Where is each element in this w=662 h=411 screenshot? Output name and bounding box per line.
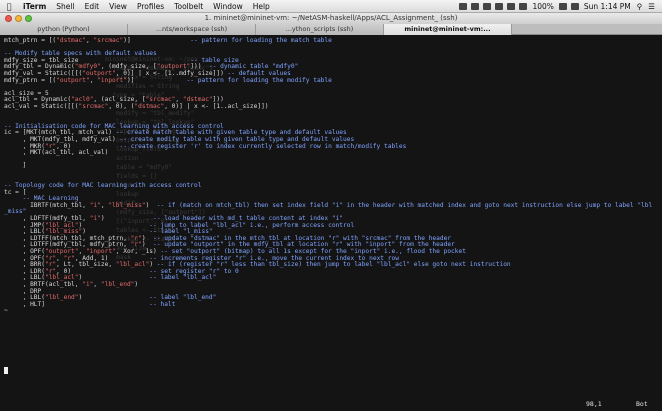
flag-icon[interactable] <box>570 2 579 10</box>
code-line: tc = [ <box>4 189 658 197</box>
vim-status-line: 98,1 Bot <box>0 398 662 411</box>
code-text: ] <box>4 162 27 170</box>
code-comment: -- pattern for loading the match table <box>190 37 332 44</box>
menu-view[interactable]: View <box>104 2 132 11</box>
menu-bar:  iTerm Shell Edit View Profiles Toolbel… <box>0 0 662 13</box>
zoom-window-button[interactable] <box>25 15 32 22</box>
bluetooth-icon[interactable] <box>495 2 504 10</box>
code-line: mdfy_ptrn = [("outport", "inport")] -- p… <box>4 76 658 85</box>
dropbox-icon[interactable] <box>471 2 480 10</box>
editor-buffer[interactable]: mtch_ptrn = [("dstmac", "srcmac")] -- pa… <box>4 37 658 315</box>
code-text: IBRTF(mtch_tbl, "i", "lbl_miss") <box>4 201 157 209</box>
menu-profiles[interactable]: Profiles <box>132 2 169 11</box>
tab-bar: python (Python) ...nts/workspace (ssh) .… <box>0 24 662 35</box>
code-text: mtch_ptrn = [("dstmac", "srcmac")] <box>4 37 191 44</box>
notification-center-icon[interactable]: ☰ <box>645 2 658 11</box>
clock[interactable]: Sun 1:14 PM <box>581 2 634 11</box>
code-comment: -- if (match on mtch_tbl) then set index… <box>156 201 653 209</box>
code-comment: -- Topology code for MAC learning with a… <box>4 182 202 190</box>
battery-percent[interactable]: 100% <box>529 2 556 11</box>
code-comment: -- label "lbl_acl" <box>149 274 217 282</box>
status-icon[interactable] <box>459 2 468 10</box>
volume-icon[interactable] <box>519 2 528 10</box>
menu-app-iterm[interactable]: iTerm <box>18 2 51 11</box>
menu-toolbelt[interactable]: Toolbelt <box>169 2 208 11</box>
menu-shell[interactable]: Shell <box>51 2 79 11</box>
code-line: -- Topology code for MAC learning with a… <box>4 182 658 190</box>
minimize-window-button[interactable] <box>15 15 22 22</box>
cursor-position: 98,1 <box>586 400 602 408</box>
code-line: ~ <box>4 308 658 315</box>
tab-python[interactable]: python (Python) <box>0 24 128 35</box>
code-text: acl_val = Static([[("srcmac", 0), ("dstm… <box>4 102 269 110</box>
menu-help[interactable]: Help <box>248 2 275 11</box>
menu-extras: 100% Sun 1:14 PM ⚲ ☰ <box>457 2 662 11</box>
gear-icon[interactable] <box>483 2 492 10</box>
close-window-button[interactable] <box>5 15 12 22</box>
menu-window[interactable]: Window <box>208 2 248 11</box>
wifi-icon[interactable] <box>507 2 516 10</box>
terminal-pane[interactable]: mininet@mininet-vm: ~/pox fields ["dstma… <box>0 35 662 398</box>
code-comment: -- create register 'r' to index currentl… <box>119 142 407 150</box>
code-line: IBRTF(mtch_tbl, "i", "lbl_miss") -- if (… <box>4 201 658 210</box>
code-line: ] <box>4 162 658 170</box>
apple-icon[interactable]:  <box>0 2 18 11</box>
code-text: , MKT(acl_tbl, acl_val) <box>4 149 109 157</box>
tab-python-scripts[interactable]: ...ython_scripts (ssh) <box>256 24 384 35</box>
code-line: mtch_ptrn = [("dstmac", "srcmac")] -- pa… <box>4 37 658 45</box>
code-text: ~ <box>4 307 8 315</box>
spotlight-icon[interactable]: ⚲ <box>634 2 646 11</box>
tab-workspace[interactable]: ...nts/workspace (ssh) <box>128 24 256 35</box>
code-line: acl_val = Static([[("srcmac", 0), ("dstm… <box>4 102 658 111</box>
battery-icon[interactable] <box>558 2 567 10</box>
code-comment: -- pattern for loading the modify table <box>186 76 332 84</box>
text-cursor <box>4 367 8 374</box>
tab-mininet[interactable]: mininet@mininet-vm:... <box>384 24 512 35</box>
menu-edit[interactable]: Edit <box>80 2 105 11</box>
code-line: , BRTF(acl_tbl, "i", "lbl_end") <box>4 281 658 289</box>
window-title: 1. mininet@mininet-vm: ~/NetASM-haskell/… <box>204 14 458 22</box>
code-text: , HLT] <box>4 300 150 308</box>
code-line: , MKT(acl_tbl, acl_val) <box>4 149 658 157</box>
code-comment: -- halt <box>149 300 176 308</box>
code-line: , HLT] -- halt <box>4 300 658 309</box>
code-text: mdfy_ptrn = [("outport", "inport")] <box>4 76 187 84</box>
window-titlebar[interactable]: 1. mininet@mininet-vm: ~/NetASM-haskell/… <box>0 13 662 24</box>
scroll-position: Bot <box>636 400 648 408</box>
